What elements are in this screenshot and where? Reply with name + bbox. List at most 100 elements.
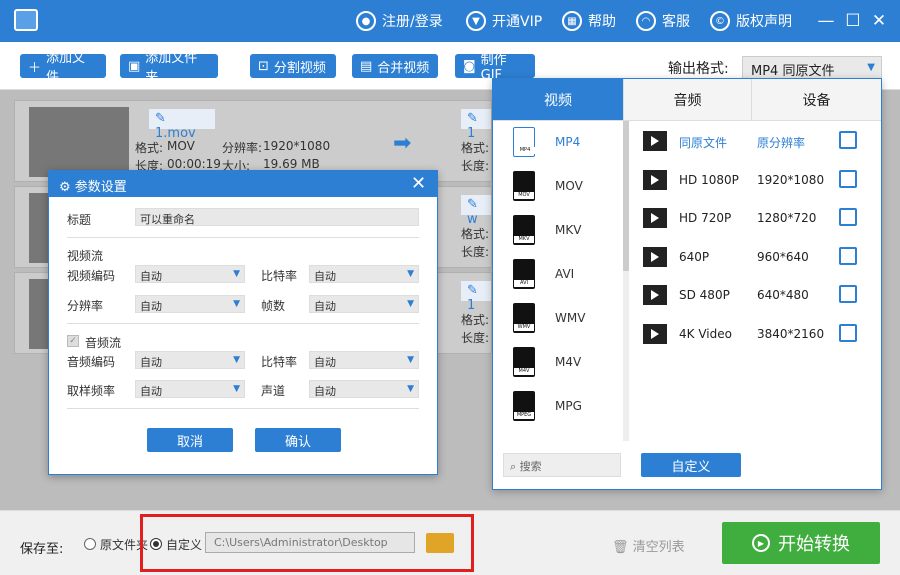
copyright-icon: ©: [710, 11, 730, 31]
format-item-wmv[interactable]: WMV WMV: [513, 299, 613, 339]
edit-icon[interactable]: [839, 131, 857, 149]
add-folder-button[interactable]: ▣ 添加文件夹: [120, 51, 218, 85]
format-item-m4v[interactable]: M4V M4V: [513, 343, 613, 383]
video-bitrate-label: 比特率: [261, 269, 298, 283]
output-format-select[interactable]: MP4 同原文件 ▼: [742, 56, 882, 80]
edit-icon[interactable]: [839, 208, 857, 226]
avi-file-icon: AVI: [513, 259, 535, 289]
divider: [67, 323, 419, 324]
output-duration-label: 长度:: [461, 331, 490, 345]
caret-icon: ▼: [407, 299, 414, 309]
make-gif-button[interactable]: ◙ 制作GIF: [455, 53, 535, 83]
resolution-row[interactable]: 4K Video 3840*2160: [643, 322, 863, 346]
custom-format-button[interactable]: 自定义: [641, 453, 741, 477]
parameter-dialog: ⚙ 参数设置 ✕ 标题 可以重命名 视频流 视频编码 自动 ▼ 比特率 自动 ▼ 分…: [48, 170, 438, 475]
vip-button[interactable]: ▼ 开通VIP: [466, 10, 542, 32]
cancel-button[interactable]: 取消: [147, 428, 233, 452]
convert-arrow-icon: ➡: [393, 131, 412, 156]
start-convert-button[interactable]: ▶ 开始转换: [722, 522, 880, 564]
wmv-file-icon: WMV: [513, 303, 535, 333]
title-bar: ● 注册/登录 ▼ 开通VIP ▦ 帮助 ◠ 客服 © 版权声明 — ☐ ✕: [0, 0, 900, 42]
save-to-label: 保存至:: [20, 542, 64, 557]
output-file-name[interactable]: ✎ w: [461, 195, 491, 227]
film-icon: [643, 208, 667, 228]
audio-codec-select[interactable]: 自动 ▼: [135, 351, 245, 369]
search-icon: ⌕: [510, 460, 517, 473]
resolution-label: 分辨率:: [222, 141, 263, 155]
copyright-button[interactable]: © 版权声明: [710, 10, 792, 32]
video-codec-select[interactable]: 自动 ▼: [135, 265, 245, 283]
film-icon: [643, 324, 667, 344]
resolution-row[interactable]: 640P 960*640: [643, 245, 863, 269]
help-button[interactable]: ▦ 帮助: [562, 10, 616, 32]
format-item-mpg[interactable]: MPEG MPG: [513, 387, 613, 427]
dialog-title: 参数设置: [74, 180, 127, 195]
merge-icon: ▤: [360, 58, 373, 74]
film-icon: [643, 131, 667, 151]
video-codec-label: 视频编码: [67, 269, 116, 283]
film-icon: [643, 170, 667, 190]
format-item-mp4[interactable]: MP4 MP4: [513, 123, 613, 163]
add-file-button[interactable]: ＋添加文件: [20, 51, 106, 85]
split-video-button[interactable]: ⊡ 分割视频: [250, 54, 336, 78]
film-icon: [643, 285, 667, 305]
format-search-input[interactable]: ⌕ 搜索: [503, 453, 621, 477]
audio-bitrate-select[interactable]: 自动 ▼: [309, 351, 419, 369]
audio-bitrate-label: 比特率: [261, 355, 298, 369]
format-item-avi[interactable]: AVI AVI: [513, 255, 613, 295]
resolution-select[interactable]: 自动 ▼: [135, 295, 245, 313]
plus-icon: ＋: [28, 60, 42, 76]
framerate-select[interactable]: 自动 ▼: [309, 295, 419, 313]
resolution-row[interactable]: 同原文件 原分辨率: [643, 129, 863, 153]
format-scrollbar-thumb[interactable]: [623, 121, 629, 271]
resolution-row[interactable]: HD 1080P 1920*1080: [643, 168, 863, 192]
gif-icon: ◙: [463, 58, 476, 74]
crop-icon: ⊡: [258, 58, 269, 74]
sample-rate-select[interactable]: 自动 ▼: [135, 380, 245, 398]
edit-icon[interactable]: [839, 285, 857, 303]
user-icon: ●: [356, 11, 376, 31]
caret-icon: ▼: [233, 269, 240, 279]
edit-icon[interactable]: [839, 247, 857, 265]
dialog-close-icon[interactable]: ✕: [411, 173, 426, 194]
tab-device[interactable]: 设备: [751, 79, 881, 121]
audio-stream-checkbox[interactable]: ✓: [67, 335, 79, 347]
video-bitrate-select[interactable]: 自动 ▼: [309, 265, 419, 283]
output-format-label: 格式:: [461, 313, 490, 327]
tab-audio[interactable]: 音频: [623, 79, 751, 121]
duration-value: 00:00:19: [167, 157, 221, 171]
format-item-mov[interactable]: MOV MOV: [513, 167, 613, 207]
framerate-label: 帧数: [261, 299, 286, 313]
audio-codec-label: 音频编码: [67, 355, 116, 369]
service-button[interactable]: ◠ 客服: [636, 10, 690, 32]
headset-icon: ◠: [636, 11, 656, 31]
minimize-icon[interactable]: —: [815, 10, 837, 32]
output-file-name[interactable]: ✎ 1: [461, 281, 491, 313]
gear-icon: ⚙: [59, 180, 71, 195]
caret-icon: ▼: [407, 269, 414, 279]
close-icon[interactable]: ✕: [868, 10, 890, 32]
merge-video-button[interactable]: ▤ 合并视频: [352, 54, 438, 78]
resolution-row[interactable]: SD 480P 640*480: [643, 283, 863, 307]
file-name[interactable]: ✎ 1.mov: [149, 109, 215, 141]
channel-label: 声道: [261, 384, 286, 398]
app-logo-icon: [14, 9, 38, 31]
clear-list-button[interactable]: 🗑 清空列表: [612, 536, 685, 555]
play-icon: ▶: [752, 534, 770, 552]
tab-video[interactable]: 视频: [493, 79, 623, 121]
register-login-button[interactable]: ● 注册/登录: [356, 10, 443, 32]
maximize-icon[interactable]: ☐: [842, 10, 864, 32]
original-folder-radio[interactable]: [84, 538, 96, 550]
confirm-button[interactable]: 确认: [255, 428, 341, 452]
title-input[interactable]: 可以重命名: [135, 208, 419, 226]
mpg-file-icon: MPEG: [513, 391, 535, 421]
resolution-label: 分辨率: [67, 299, 104, 313]
format-item-mkv[interactable]: MKV MKV: [513, 211, 613, 251]
edit-icon[interactable]: [839, 324, 857, 342]
output-file-name[interactable]: ✎ 1: [461, 109, 491, 141]
mp4-file-icon: MP4: [513, 127, 535, 157]
edit-icon[interactable]: [839, 170, 857, 188]
resolution-row[interactable]: HD 720P 1280*720: [643, 206, 863, 230]
format-value: MOV: [167, 139, 195, 153]
channel-select[interactable]: 自动 ▼: [309, 380, 419, 398]
